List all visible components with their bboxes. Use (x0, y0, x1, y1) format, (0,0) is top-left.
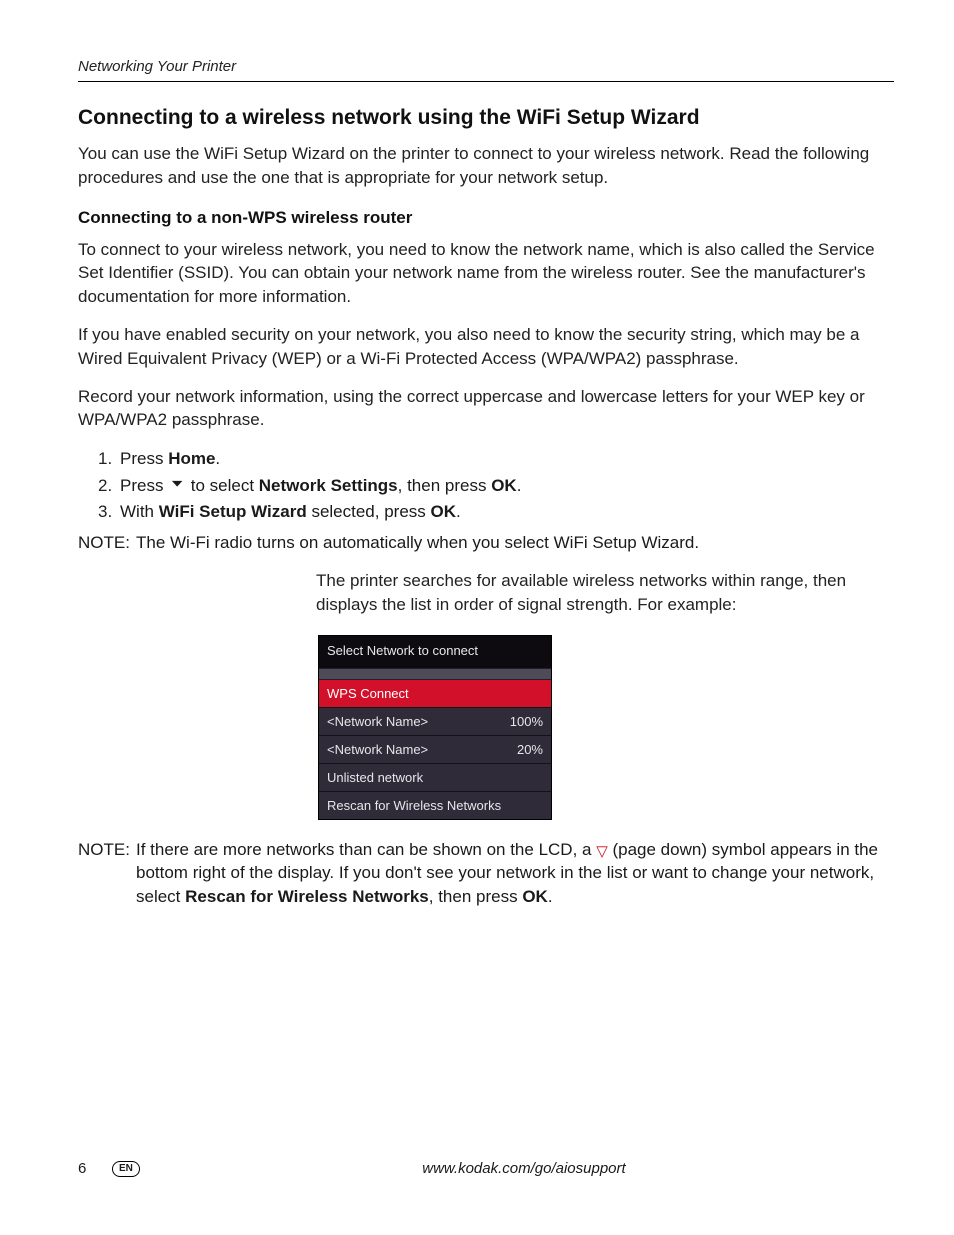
note-text: The Wi-Fi radio turns on automatically w… (136, 531, 894, 555)
lcd-row: Unlisted network (319, 763, 551, 791)
lcd-row-left: Rescan for Wireless Networks (327, 798, 501, 813)
note-label: NOTE: (78, 838, 136, 909)
lcd-row-left: Unlisted network (327, 770, 423, 785)
page: Networking Your Printer Connecting to a … (0, 0, 954, 1235)
step-text: . (215, 449, 220, 468)
heading-wifi-wizard: Connecting to a wireless network using t… (78, 106, 894, 130)
lcd-row: Rescan for Wireless Networks (319, 791, 551, 819)
intro-paragraph: You can use the WiFi Setup Wizard on the… (78, 142, 894, 190)
lcd-row-right: 100% (510, 714, 543, 729)
rescan-label: Rescan for Wireless Networks (185, 887, 429, 906)
lcd-row-left: <Network Name> (327, 714, 428, 729)
step-text: to select (186, 476, 259, 495)
paragraph-ssid: To connect to your wireless network, you… (78, 238, 894, 309)
lcd-row: <Network Name> 20% (319, 735, 551, 763)
home-button-label: Home (168, 449, 215, 468)
paragraph-record: Record your network information, using t… (78, 385, 894, 433)
lcd-row-right: 20% (517, 742, 543, 757)
page-footer: 6 EN www.kodak.com/go/aiosupport (78, 1160, 894, 1177)
ok-label: OK (431, 502, 457, 521)
heading-non-wps: Connecting to a non-WPS wireless router (78, 208, 894, 228)
lcd-wrapper: Select Network to connect WPS Connect <Ne… (258, 635, 894, 820)
lcd-row: <Network Name> 100% (319, 707, 551, 735)
ok-label: OK (522, 887, 548, 906)
lcd-row-left: <Network Name> (327, 742, 428, 757)
step-text: , then press (398, 476, 492, 495)
ok-label: OK (491, 476, 517, 495)
support-url: www.kodak.com/go/aiosupport (154, 1160, 894, 1177)
step-list: Press Home. Press ▼ to select Network Se… (78, 446, 894, 525)
note-2: NOTE: If there are more networks than ca… (78, 838, 894, 909)
step-3: With WiFi Setup Wizard selected, press O… (98, 499, 894, 525)
step-text: With (120, 502, 159, 521)
step-2: Press ▼ to select Network Settings, then… (98, 473, 894, 499)
language-badge: EN (112, 1161, 140, 1177)
step-text: Press (120, 476, 168, 495)
wifi-wizard-label: WiFi Setup Wizard (159, 502, 307, 521)
lcd-divider (319, 668, 551, 680)
lcd-row: WPS Connect (319, 680, 551, 707)
network-settings-label: Network Settings (259, 476, 398, 495)
step-text: . (517, 476, 522, 495)
page-down-icon: ▽ (596, 841, 608, 862)
page-number: 6 (78, 1160, 98, 1177)
lcd-title: Select Network to connect (319, 636, 551, 668)
step-text: . (456, 502, 461, 521)
note-1: NOTE: The Wi-Fi radio turns on automatic… (78, 531, 894, 555)
search-paragraph: The printer searches for available wirel… (316, 569, 894, 617)
note-text-part: If there are more networks than can be s… (136, 840, 596, 859)
running-head: Networking Your Printer (78, 58, 894, 82)
lcd-row-left: WPS Connect (327, 686, 409, 701)
note-text-part: . (548, 887, 553, 906)
step-text: selected, press (307, 502, 431, 521)
step-text: Press (120, 449, 168, 468)
lcd-screen: Select Network to connect WPS Connect <Ne… (318, 635, 552, 820)
step-1: Press Home. (98, 446, 894, 472)
paragraph-security: If you have enabled security on your net… (78, 323, 894, 371)
note-text-part: , then press (429, 887, 523, 906)
note-label: NOTE: (78, 531, 136, 555)
note-text: If there are more networks than can be s… (136, 838, 894, 909)
